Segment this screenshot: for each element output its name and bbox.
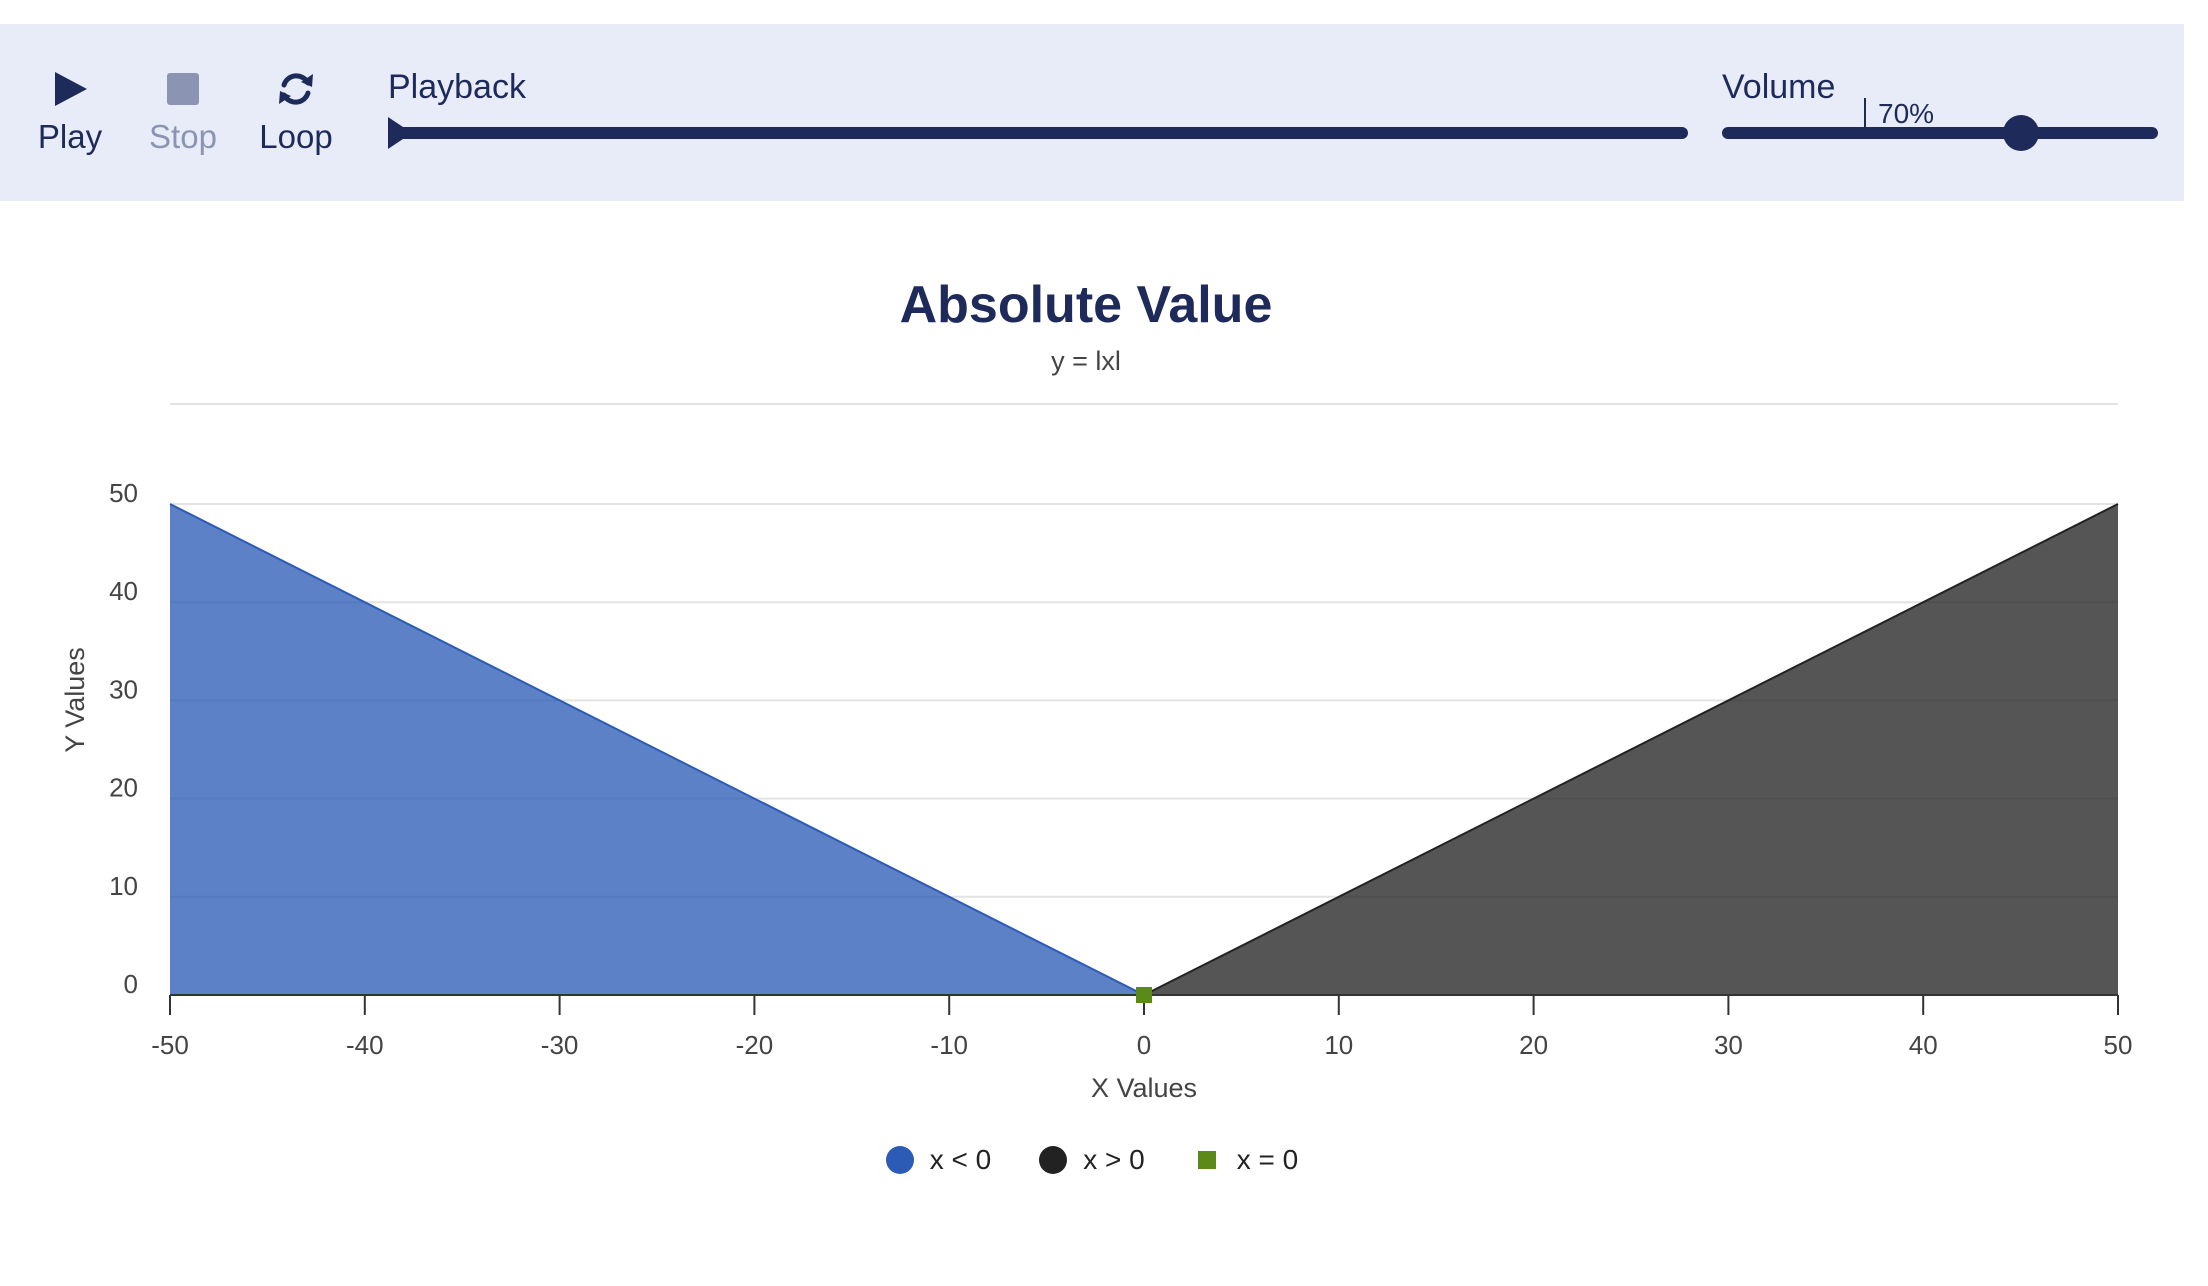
y-tick-label: 50 bbox=[109, 478, 138, 508]
legend-swatch bbox=[1197, 1151, 1216, 1169]
x-tick-label: -40 bbox=[346, 1030, 384, 1060]
data-points bbox=[1136, 987, 1152, 1003]
x-tick-label: 10 bbox=[1324, 1030, 1353, 1060]
legend-item[interactable]: x > 0 bbox=[1039, 1144, 1145, 1176]
x-tick-label: 20 bbox=[1519, 1030, 1548, 1060]
x-tick-label: -50 bbox=[151, 1030, 189, 1060]
legend-label: x < 0 bbox=[929, 1144, 992, 1175]
legend-item[interactable]: x < 0 bbox=[885, 1144, 992, 1176]
absolute-value-chart: Absolute Value y = lxl 0 10 20 30 40 50 -50 -40… bbox=[60, 276, 2133, 1103]
x-tick-label: -30 bbox=[541, 1030, 579, 1060]
x-tick-label: 30 bbox=[1714, 1030, 1743, 1060]
y-tick-label: 40 bbox=[109, 576, 138, 606]
data-point-x = 0[interactable] bbox=[1136, 987, 1152, 1003]
x-tick-label: -20 bbox=[736, 1030, 774, 1060]
y-axis-label: Y Values bbox=[60, 647, 90, 753]
chart-legend: x < 0 x > 0 x = 0 bbox=[0, 1144, 2184, 1176]
legend-item[interactable]: x = 0 bbox=[1193, 1144, 1298, 1176]
legend-label: x > 0 bbox=[1083, 1144, 1145, 1175]
chart-title: Absolute Value bbox=[900, 276, 1273, 334]
y-tick-label: 30 bbox=[109, 674, 138, 704]
chart-subtitle: y = lxl bbox=[1051, 346, 1121, 376]
x-tick-label: 50 bbox=[2104, 1030, 2133, 1060]
x-tick-label: -10 bbox=[930, 1030, 968, 1060]
plot-areas bbox=[169, 503, 2119, 996]
x-axis-label: X Values bbox=[1091, 1073, 1197, 1103]
x-tick-label: 40 bbox=[1909, 1030, 1938, 1060]
legend-label: x = 0 bbox=[1236, 1144, 1299, 1175]
y-tick-label: 20 bbox=[109, 773, 138, 803]
y-tick-label: 10 bbox=[109, 871, 138, 901]
legend-swatch bbox=[885, 1146, 914, 1174]
y-tick-label: 0 bbox=[124, 969, 138, 999]
x-tick-label: 0 bbox=[1137, 1030, 1151, 1060]
legend-swatch bbox=[1039, 1146, 1068, 1174]
